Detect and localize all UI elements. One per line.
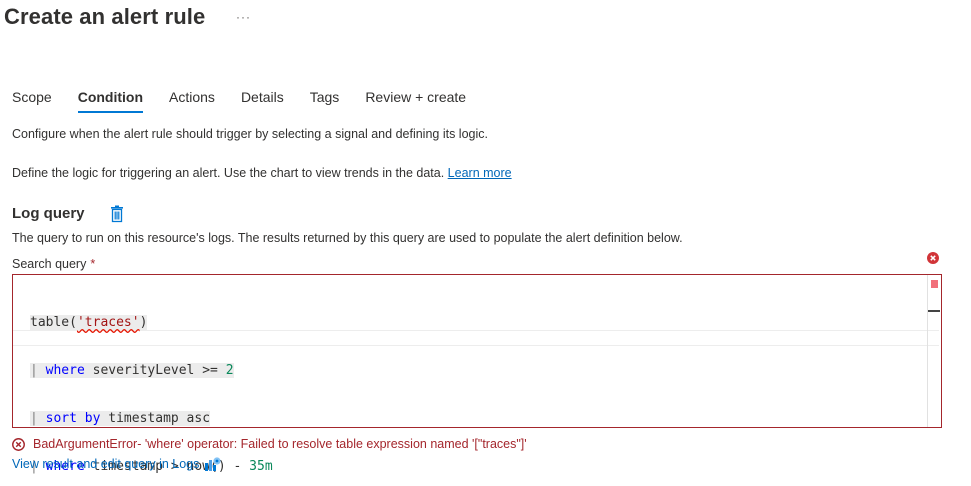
tab-review-create[interactable]: Review + create bbox=[365, 89, 466, 113]
code-paren: ) bbox=[139, 315, 148, 330]
tab-tags[interactable]: Tags bbox=[310, 89, 340, 113]
cursor-marker bbox=[928, 310, 940, 312]
trash-icon[interactable] bbox=[109, 205, 125, 223]
tab-scope[interactable]: Scope bbox=[12, 89, 52, 113]
more-options-button[interactable]: ··· bbox=[236, 10, 251, 24]
code-text: severityLevel >= bbox=[84, 363, 226, 378]
intro-text: Configure when the alert rule should tri… bbox=[12, 127, 488, 141]
query-code[interactable]: table('traces') | where severityLevel >=… bbox=[30, 283, 273, 486]
error-icon bbox=[927, 252, 939, 264]
view-in-logs-link[interactable]: View result and edit query in Logs bbox=[12, 457, 221, 471]
search-query-editor[interactable]: table('traces') | where severityLevel >=… bbox=[12, 274, 942, 474]
code-string: 'traces' bbox=[76, 315, 140, 330]
log-query-description: The query to run on this resource's logs… bbox=[12, 231, 683, 245]
required-mark: * bbox=[90, 257, 96, 271]
error-marker bbox=[931, 280, 938, 288]
tab-details[interactable]: Details bbox=[241, 89, 284, 113]
search-query-label-text: Search query bbox=[12, 257, 87, 271]
page-title: Create an alert rule bbox=[4, 4, 206, 29]
view-in-logs-label: View result and edit query in Logs bbox=[12, 457, 200, 471]
tab-bar: Scope Condition Actions Details Tags Rev… bbox=[12, 89, 492, 113]
error-icon bbox=[12, 437, 25, 451]
search-query-label: Search query * bbox=[12, 257, 95, 271]
learn-more-link[interactable]: Learn more bbox=[448, 166, 512, 180]
code-pipe: | bbox=[30, 363, 38, 378]
logs-icon bbox=[205, 457, 221, 471]
tab-condition[interactable]: Condition bbox=[77, 89, 144, 113]
logic-text-row: Define the logic for triggering an alert… bbox=[12, 166, 512, 180]
logic-text: Define the logic for triggering an alert… bbox=[12, 166, 445, 180]
code-keyword: where bbox=[45, 363, 85, 378]
tab-actions[interactable]: Actions bbox=[169, 89, 215, 113]
log-query-title: Log query bbox=[12, 205, 85, 222]
code-pipe: | bbox=[30, 411, 38, 426]
code-number: 35m bbox=[249, 459, 273, 474]
error-message: BadArgumentError- 'where' operator: Fail… bbox=[33, 437, 527, 451]
code-text: timestamp asc bbox=[100, 411, 211, 426]
code-fn: table( bbox=[30, 315, 77, 330]
code-number: 2 bbox=[225, 363, 234, 378]
code-keyword: sort by bbox=[45, 411, 101, 426]
error-message-row: BadArgumentError- 'where' operator: Fail… bbox=[12, 437, 527, 451]
editor-scrollbar[interactable] bbox=[927, 275, 941, 427]
